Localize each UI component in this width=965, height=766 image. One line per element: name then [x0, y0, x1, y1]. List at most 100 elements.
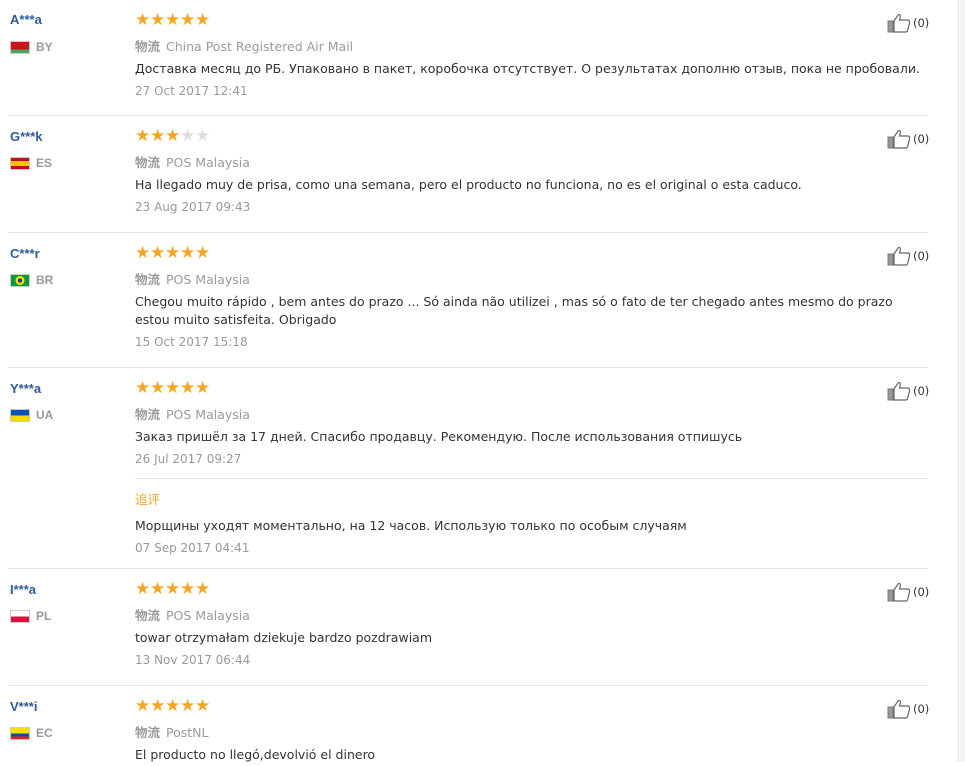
- star-filled-icon: ★: [165, 10, 181, 30]
- review-item: I***a PL ★ ★ ★ ★ ★ 物流 POS Malaysia towar otrz…: [0, 569, 958, 686]
- like-count: (0): [913, 249, 930, 263]
- thumbs-up-icon: [887, 246, 911, 266]
- review-text: Ha llegado muy de prisa, como una semana…: [135, 177, 802, 192]
- like-count: (0): [913, 585, 930, 599]
- star-filled-icon: ★: [150, 10, 166, 30]
- star-filled-icon: ★: [135, 696, 151, 716]
- review-item: Y***a UA ★ ★ ★ ★ ★ 物流 POS Malaysia Заказ приш…: [0, 368, 958, 569]
- like-button[interactable]: (0): [887, 246, 929, 266]
- star-filled-icon: ★: [135, 10, 151, 30]
- review-text: Заказ пришёл за 17 дней. Спасибо продавц…: [135, 429, 743, 444]
- followup-label: 追评: [135, 492, 161, 507]
- like-count: (0): [913, 132, 930, 146]
- star-filled-icon: ★: [195, 696, 211, 716]
- star-empty-icon: ★: [180, 126, 196, 146]
- star-filled-icon: ★: [180, 243, 196, 263]
- flag-es-icon: [10, 156, 30, 170]
- reviewer-country: PL: [10, 609, 51, 623]
- reviewer-name: A***a: [10, 12, 42, 27]
- like-button[interactable]: (0): [887, 13, 929, 33]
- reviewer-name: G***k: [10, 129, 43, 144]
- star-filled-icon: ★: [180, 696, 196, 716]
- star-filled-icon: ★: [135, 243, 151, 263]
- star-rating: ★ ★ ★ ★ ★: [135, 698, 210, 715]
- thumbs-up-icon: [887, 13, 911, 33]
- shipping-info: 物流 PostNL: [135, 725, 209, 740]
- star-filled-icon: ★: [165, 378, 181, 398]
- followup-date: 07 Sep 2017 04:41: [135, 541, 250, 555]
- reviewer-name: I***a: [10, 582, 37, 597]
- review-date: 26 Jul 2017 09:27: [135, 452, 242, 466]
- review-text: Chegou muito rápido , bem antes do prazo…: [135, 294, 893, 327]
- like-button[interactable]: (0): [887, 129, 929, 149]
- star-filled-icon: ★: [165, 126, 181, 146]
- reviewer-country: ES: [10, 156, 52, 170]
- review-list: A***a BY ★ ★ ★ ★ ★ 物流 China Post Registered A…: [0, 0, 958, 766]
- star-filled-icon: ★: [165, 243, 181, 263]
- flag-pl-icon: [10, 609, 30, 623]
- shipping-info: 物流 POS Malaysia: [135, 155, 250, 170]
- star-filled-icon: ★: [195, 378, 211, 398]
- review-item: A***a BY ★ ★ ★ ★ ★ 物流 China Post Registered A…: [0, 0, 958, 116]
- shipping-info: 物流 POS Malaysia: [135, 608, 250, 623]
- star-rating: ★ ★ ★ ★ ★: [135, 380, 210, 397]
- reviewer-name: C***r: [10, 246, 40, 261]
- like-count: (0): [913, 384, 930, 398]
- like-button[interactable]: (0): [887, 381, 929, 401]
- star-filled-icon: ★: [180, 579, 196, 599]
- star-rating: ★ ★ ★ ★ ★: [135, 128, 210, 145]
- review-date: 23 Aug 2017 09:43: [135, 200, 251, 214]
- flag-ec-icon: [10, 726, 30, 740]
- star-rating: ★ ★ ★ ★ ★: [135, 581, 210, 598]
- star-filled-icon: ★: [180, 10, 196, 30]
- review-text: Доставка месяц до РБ. Упаковано в пакет,…: [135, 61, 920, 76]
- reviewer-country: BY: [10, 40, 53, 54]
- review-text: towar otrzymałam dziekuje bardzo pozdraw…: [135, 630, 433, 645]
- followup-text: Морщины уходят моментально, на 12 часов.…: [135, 518, 687, 533]
- like-count: (0): [913, 702, 930, 716]
- followup-divider: [135, 478, 928, 479]
- star-filled-icon: ★: [150, 126, 166, 146]
- thumbs-up-icon: [887, 582, 911, 602]
- star-filled-icon: ★: [150, 378, 166, 398]
- flag-by-icon: [10, 40, 30, 54]
- review-date: 27 Oct 2017 12:41: [135, 84, 248, 98]
- star-filled-icon: ★: [135, 126, 151, 146]
- star-filled-icon: ★: [150, 696, 166, 716]
- thumbs-up-icon: [887, 699, 911, 719]
- review-item: G***k ES ★ ★ ★ ★ ★ 物流 POS Malaysia Ha llegado…: [0, 116, 958, 233]
- reviewer-country: BR: [10, 273, 53, 287]
- star-rating: ★ ★ ★ ★ ★: [135, 12, 210, 29]
- reviewer-name: V***i: [10, 699, 38, 714]
- reviewer-country: UA: [10, 408, 53, 422]
- star-filled-icon: ★: [165, 579, 181, 599]
- shipping-info: 物流 POS Malaysia: [135, 272, 250, 287]
- star-filled-icon: ★: [135, 378, 151, 398]
- reviewer-name: Y***a: [10, 381, 42, 396]
- star-filled-icon: ★: [165, 696, 181, 716]
- flag-ua-icon: [10, 408, 30, 422]
- review-date: 13 Nov 2017 06:44: [135, 653, 251, 667]
- star-filled-icon: ★: [195, 10, 211, 30]
- star-filled-icon: ★: [150, 579, 166, 599]
- flag-br-icon: [10, 273, 30, 287]
- star-filled-icon: ★: [180, 378, 196, 398]
- review-text: El producto no llegó,devolvió el dinero: [135, 747, 376, 762]
- thumbs-up-icon: [887, 381, 911, 401]
- review-item: C***r BR ★ ★ ★ ★ ★ 物流 POS Malaysia Chegou mui…: [0, 233, 958, 368]
- star-empty-icon: ★: [195, 126, 211, 146]
- like-button[interactable]: (0): [887, 699, 929, 719]
- star-rating: ★ ★ ★ ★ ★: [135, 245, 210, 262]
- star-filled-icon: ★: [150, 243, 166, 263]
- like-button[interactable]: (0): [887, 582, 929, 602]
- review-item: V***i EC ★ ★ ★ ★ ★ 物流 PostNL El producto no l…: [0, 686, 958, 766]
- like-count: (0): [913, 16, 930, 30]
- star-filled-icon: ★: [195, 243, 211, 263]
- thumbs-up-icon: [887, 129, 911, 149]
- shipping-info: 物流 China Post Registered Air Mail: [135, 39, 354, 54]
- reviewer-country: EC: [10, 726, 53, 740]
- review-date: 15 Oct 2017 15:18: [135, 335, 248, 349]
- scrollbar-edge[interactable]: [958, 0, 965, 762]
- star-filled-icon: ★: [195, 579, 211, 599]
- star-filled-icon: ★: [135, 579, 151, 599]
